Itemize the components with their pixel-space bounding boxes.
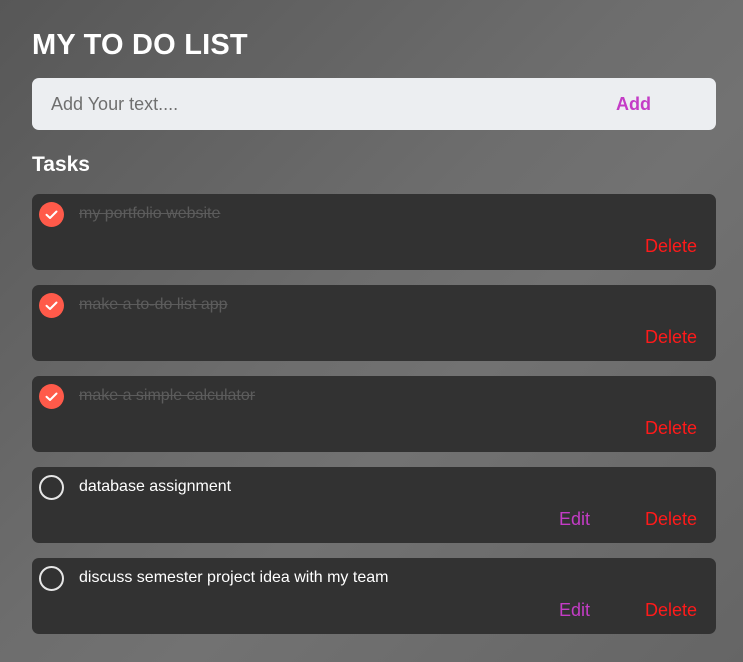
edit-button[interactable]: Edit xyxy=(559,600,590,621)
check-circle-filled-icon[interactable] xyxy=(39,202,64,227)
task-item: make a to-do list app Delete xyxy=(32,285,716,361)
add-button[interactable]: Add xyxy=(616,94,716,115)
check-circle-filled-icon[interactable] xyxy=(39,293,64,318)
delete-button[interactable]: Delete xyxy=(645,236,697,257)
todo-app: MY TO DO LIST Add Tasks my portfolio web… xyxy=(32,0,716,649)
circle-outline-icon[interactable] xyxy=(39,475,64,500)
circle-outline-icon[interactable] xyxy=(39,566,64,591)
tasks-heading: Tasks xyxy=(32,153,90,176)
task-text: database assignment xyxy=(79,478,232,495)
delete-button[interactable]: Delete xyxy=(645,509,697,530)
edit-button[interactable]: Edit xyxy=(559,509,590,530)
check-circle-filled-icon[interactable] xyxy=(39,384,64,409)
delete-button[interactable]: Delete xyxy=(645,600,697,621)
task-list: my portfolio website Delete make a to-do… xyxy=(32,194,716,634)
task-item: discuss semester project idea with my te… xyxy=(32,558,716,634)
task-item: make a simple calculator Delete xyxy=(32,376,716,452)
add-task-bar: Add xyxy=(32,78,716,130)
task-item: database assignment Edit Delete xyxy=(32,467,716,543)
app-title: MY TO DO LIST xyxy=(32,29,248,61)
delete-button[interactable]: Delete xyxy=(645,418,697,439)
task-item: my portfolio website Delete xyxy=(32,194,716,270)
task-text: make a to-do list app xyxy=(79,296,228,313)
task-input[interactable] xyxy=(32,78,616,130)
task-text: make a simple calculator xyxy=(79,387,256,404)
task-text: my portfolio website xyxy=(79,205,221,222)
task-text: discuss semester project idea with my te… xyxy=(79,569,389,586)
delete-button[interactable]: Delete xyxy=(645,327,697,348)
